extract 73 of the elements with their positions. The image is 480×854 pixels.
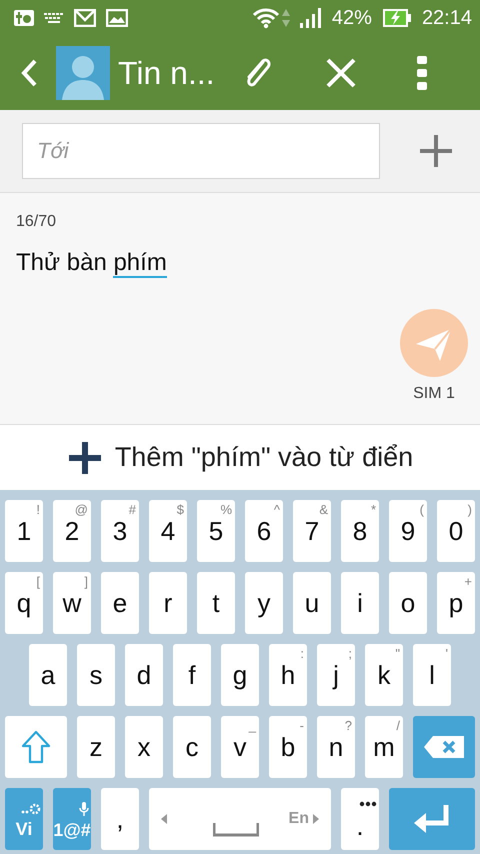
keyboard-icon [44,12,64,24]
wifi-icon [252,7,280,29]
clock: 22:14 [422,6,472,30]
avatar-icon [56,46,110,100]
keyboard-key[interactable]: l ' [413,644,451,706]
backspace-icon [423,735,465,759]
battery-charging-icon [382,8,412,28]
space-bar-icon [213,823,259,837]
message-text[interactable]: Thử bàn phím [16,249,167,277]
signal-icon [300,8,322,28]
keyboard-key[interactable]: n ? [317,716,355,778]
keyboard-key[interactable]: 5 % [197,500,235,562]
keyboard-key[interactable]: u [293,572,331,634]
keyboard-key[interactable]: j ; [317,644,355,706]
keyboard-key[interactable]: q [ [5,572,43,634]
sim-label: SIM 1 [413,385,455,403]
backspace-key[interactable] [413,716,475,778]
app-notification-icon [14,10,34,26]
keyboard-key[interactable]: 2 @ [53,500,91,562]
keyboard-key[interactable]: r [149,572,187,634]
keyboard-key[interactable]: 3 # [101,500,139,562]
settings-icon [21,802,41,814]
add-recipient-icon[interactable] [418,133,454,169]
battery-percent: 42% [332,6,372,30]
recipient-field[interactable]: Tới [22,123,380,179]
keyboard-key[interactable]: h : [269,644,307,706]
character-counter: 16/70 [16,213,56,231]
microphone-icon [79,802,89,816]
plus-icon [66,440,103,476]
shift-icon [21,730,51,764]
keyboard-key[interactable]: x [125,716,163,778]
keyboard-key[interactable]: 8 * [341,500,379,562]
keyboard-key[interactable]: 1 ! [5,500,43,562]
keyboard-key[interactable]: b - [269,716,307,778]
add-to-dictionary-suggestion[interactable]: Thêm "phím" vào từ điển [114,442,414,473]
keyboard-key[interactable]: f [173,644,211,706]
keyboard-key[interactable]: 0 ) [437,500,475,562]
keyboard-key[interactable]: i [341,572,379,634]
keyboard-key[interactable]: z [77,716,115,778]
language-label: En [288,810,309,828]
keyboard-key[interactable]: s [77,644,115,706]
shift-key[interactable] [5,716,67,778]
mail-icon [74,9,96,27]
keyboard-key[interactable]: a [29,644,67,706]
keyboard-key[interactable]: g [221,644,259,706]
image-icon [106,9,128,27]
keyboard-key[interactable]: , [101,788,139,850]
right-arrow-icon [313,814,319,824]
keyboard-key[interactable]: t [197,572,235,634]
keyboard-key[interactable]: 7 & [293,500,331,562]
keyboard-key[interactable]: m / [365,716,403,778]
more-icon [359,800,377,806]
keyboard-key[interactable]: w ] [53,572,91,634]
close-icon[interactable] [324,57,357,89]
back-icon[interactable] [20,58,38,88]
keyboard-key[interactable]: v _ [221,716,259,778]
keyboard-key[interactable]: 9 ( [389,500,427,562]
keyboard-key[interactable]: e [101,572,139,634]
left-arrow-icon [161,814,167,824]
keyboard-key[interactable]: 6 ^ [245,500,283,562]
data-arrows-icon [282,8,290,28]
keyboard-key[interactable]: p + [437,572,475,634]
more-menu-icon[interactable] [416,56,427,90]
enter-icon [414,805,450,833]
keyboard-key[interactable]: o [389,572,427,634]
enter-key[interactable] [389,788,475,850]
conversation-title: Tin n... [118,54,215,92]
keyboard-key[interactable]: y [245,572,283,634]
keyboard-key[interactable]: k " [365,644,403,706]
period-key[interactable]: . [341,788,379,850]
keyboard-key[interactable]: d [125,644,163,706]
keyboard-key[interactable]: c [173,716,211,778]
keyboard-key[interactable]: 4 $ [149,500,187,562]
